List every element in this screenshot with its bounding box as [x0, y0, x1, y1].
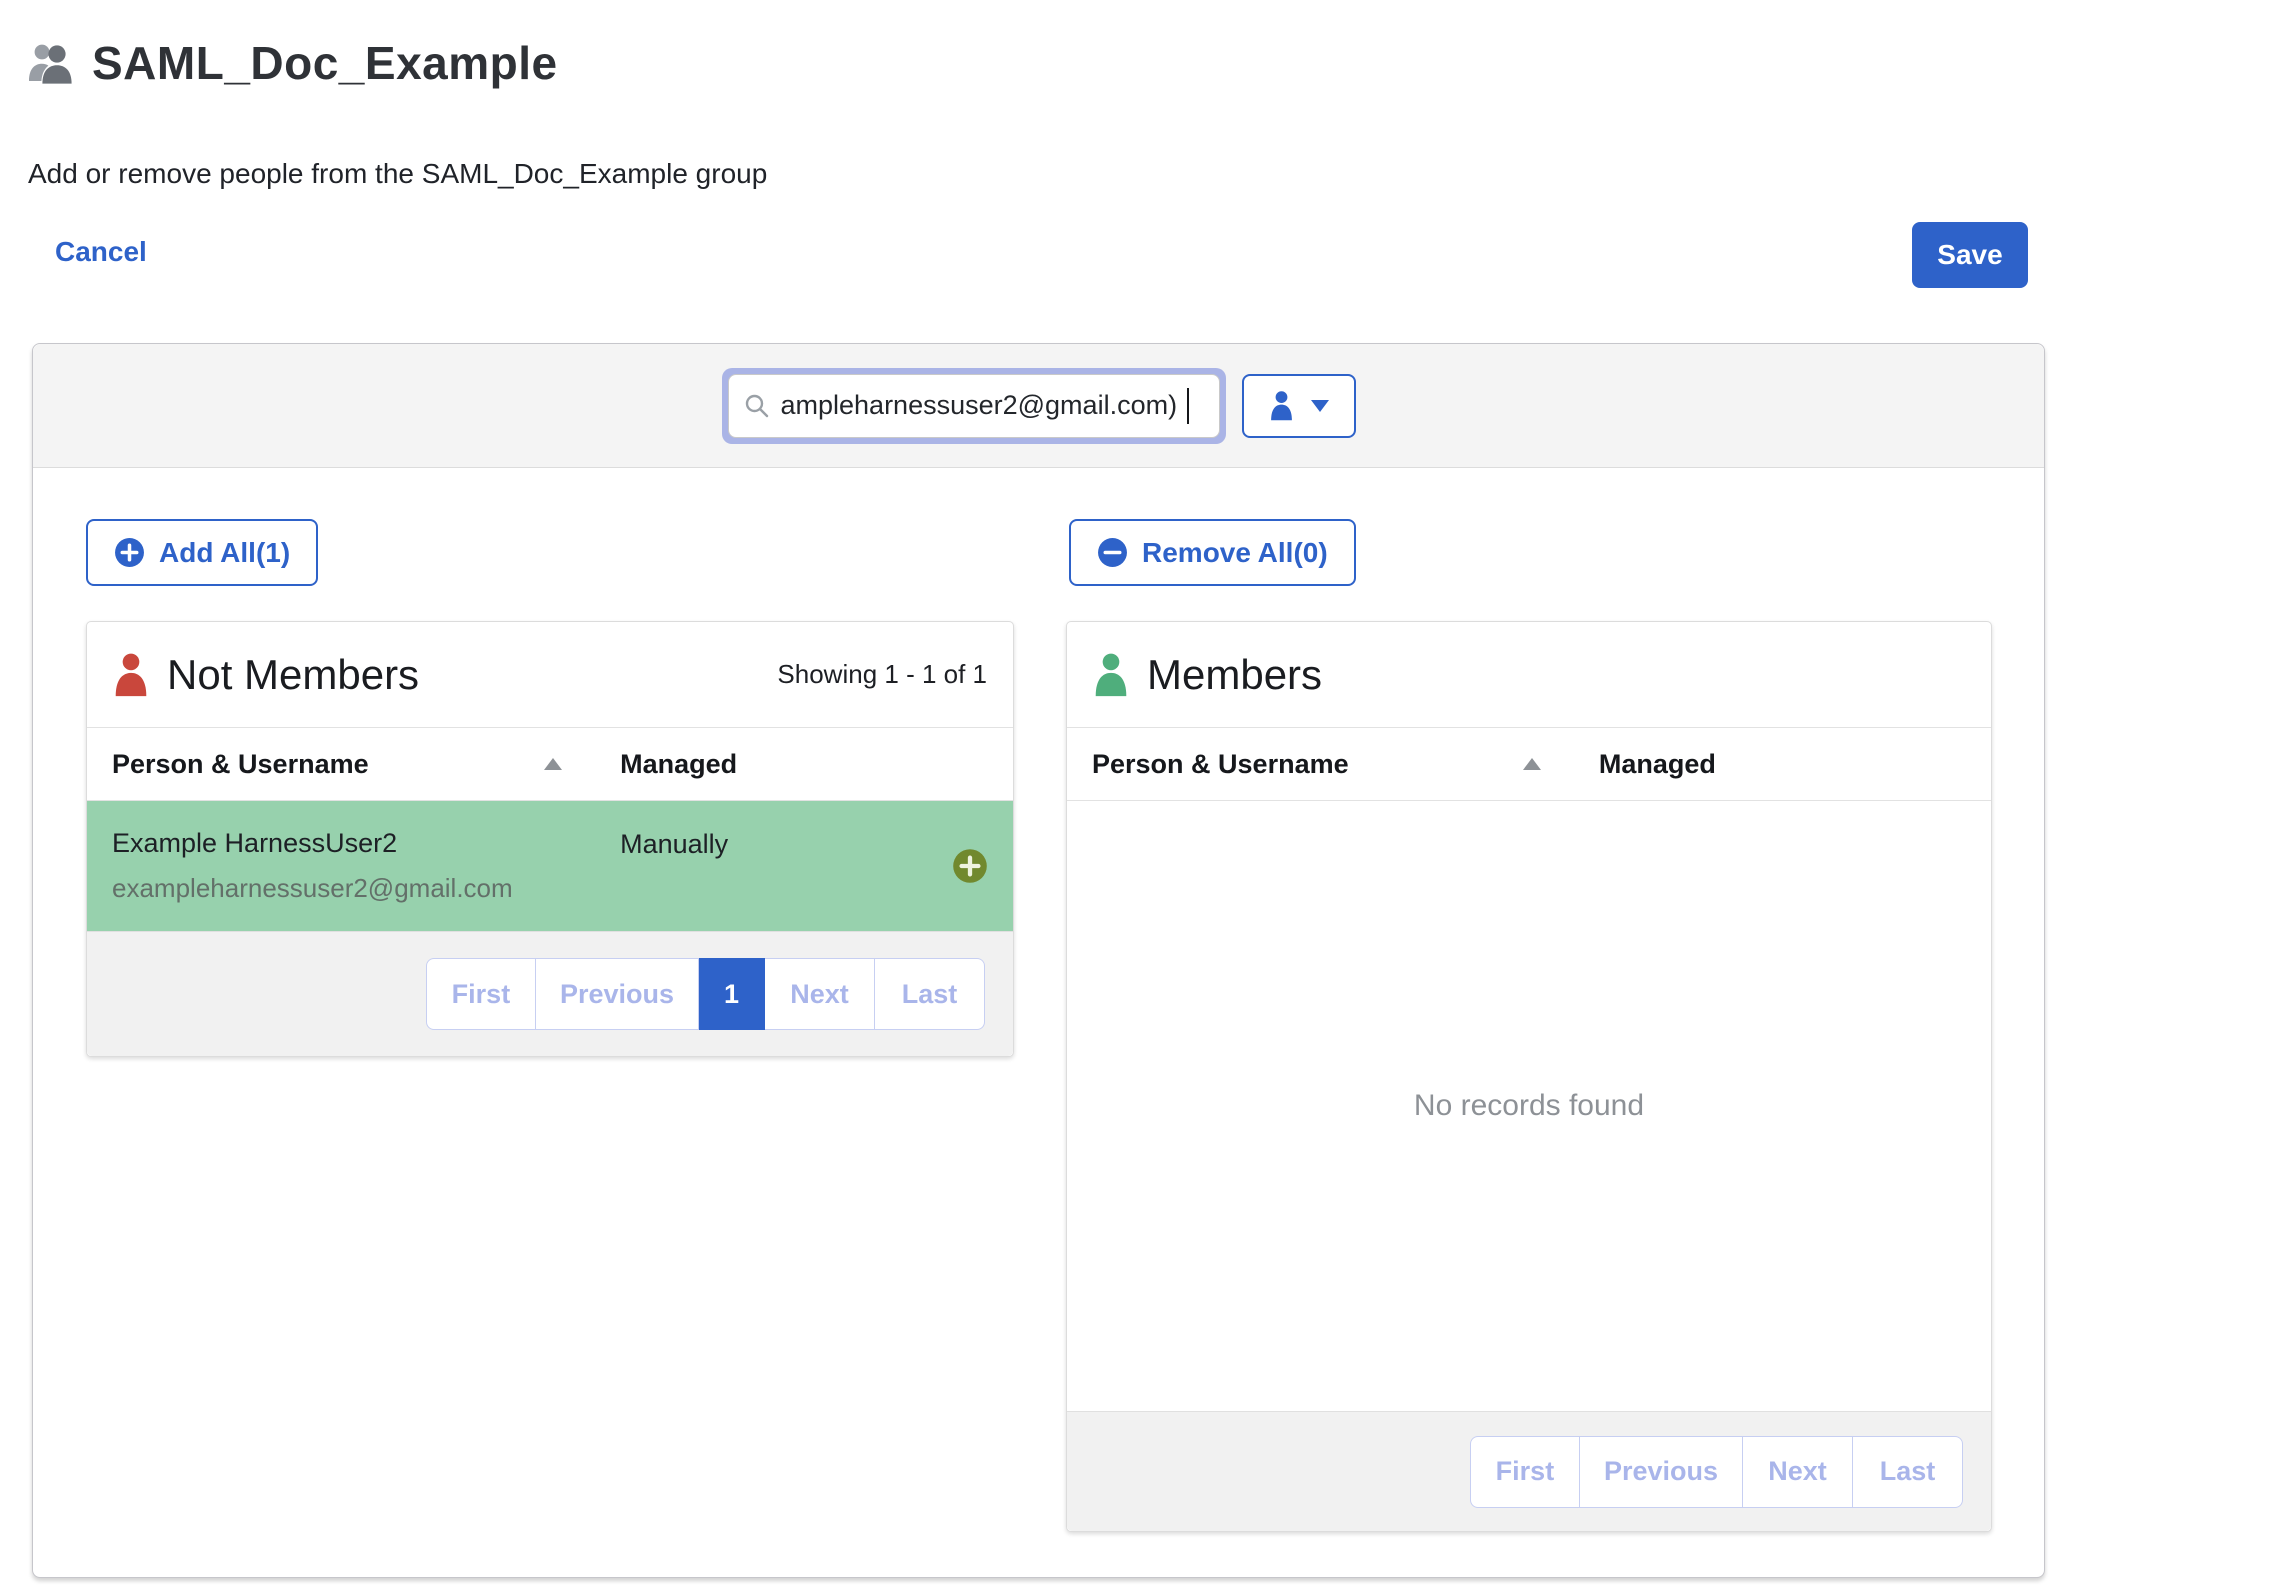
person-green-icon [1093, 652, 1129, 697]
pagination-previous-button[interactable]: Previous [1580, 1436, 1743, 1508]
add-all-button[interactable]: Add All(1) [86, 519, 318, 586]
table-row[interactable]: Example HarnessUser2 exampleharnessuser2… [87, 801, 1013, 931]
row-person-cell: Example HarnessUser2 exampleharnessuser2… [112, 801, 620, 931]
not-members-table-header: Person & Username Managed [87, 728, 1013, 801]
search-input[interactable]: ampleharnessuser2@gmail.com) [728, 374, 1220, 438]
members-empty-state: No records found [1067, 801, 1991, 1411]
page-title: SAML_Doc_Example [92, 36, 558, 90]
pagination-last-button[interactable]: Last [875, 958, 985, 1030]
row-managed-cell: Manually [620, 801, 952, 931]
pagination-first-button[interactable]: First [1470, 1436, 1580, 1508]
search-focus-ring: ampleharnessuser2@gmail.com) [722, 368, 1226, 444]
column-managed: Managed [620, 749, 988, 780]
plus-circle-olive-icon [952, 848, 988, 884]
membership-panel: ampleharnessuser2@gmail.com) Add All(1) [32, 343, 2045, 1578]
save-button[interactable]: Save [1912, 222, 2028, 288]
search-icon [743, 392, 771, 420]
column-person-username[interactable]: Person & Username [1092, 749, 1599, 780]
minus-circle-icon [1097, 537, 1128, 568]
search-input-value: ampleharnessuser2@gmail.com) [781, 390, 1178, 421]
pagination-page-1-button[interactable]: 1 [699, 958, 765, 1030]
pagination-last-button[interactable]: Last [1853, 1436, 1963, 1508]
group-icon [26, 40, 76, 86]
members-table-header: Person & Username Managed [1067, 728, 1991, 801]
person-red-icon [113, 652, 149, 697]
members-title: Members [1147, 651, 1322, 699]
person-username: exampleharnessuser2@gmail.com [112, 873, 620, 904]
plus-circle-icon [114, 537, 145, 568]
members-header: Members [1067, 622, 1991, 728]
column-person-username[interactable]: Person & Username [112, 749, 620, 780]
pagination-next-button[interactable]: Next [1743, 1436, 1853, 1508]
pagination-next-button[interactable]: Next [765, 958, 875, 1030]
pagination-previous-button[interactable]: Previous [536, 958, 699, 1030]
search-toolbar: ampleharnessuser2@gmail.com) [33, 344, 2044, 468]
sort-ascending-icon [1523, 758, 1541, 770]
cancel-link[interactable]: Cancel [55, 236, 147, 268]
column-person-label: Person & Username [1092, 749, 1349, 780]
chevron-down-icon [1311, 400, 1329, 412]
remove-all-button[interactable]: Remove All(0) [1069, 519, 1356, 586]
not-members-title: Not Members [167, 651, 419, 699]
remove-all-label: Remove All(0) [1142, 537, 1328, 569]
column-person-label: Person & Username [112, 749, 369, 780]
person-name: Example HarnessUser2 [112, 828, 620, 859]
members-pagination: First Previous Next Last [1470, 1436, 1963, 1508]
page-subtitle: Add or remove people from the SAML_Doc_E… [28, 158, 767, 190]
members-footer: First Previous Next Last [1067, 1411, 1991, 1531]
add-all-label: Add All(1) [159, 537, 290, 569]
search-type-dropdown[interactable] [1242, 374, 1356, 438]
not-members-pagination: First Previous 1 Next Last [426, 958, 985, 1030]
not-members-card: Not Members Showing 1 - 1 of 1 Person & … [86, 621, 1014, 1057]
members-card: Members Person & Username Managed No rec… [1066, 621, 1992, 1532]
not-members-showing: Showing 1 - 1 of 1 [777, 659, 987, 690]
not-members-header: Not Members Showing 1 - 1 of 1 [87, 622, 1013, 728]
person-icon [1268, 390, 1295, 421]
page-header: SAML_Doc_Example [26, 36, 558, 90]
pagination-first-button[interactable]: First [426, 958, 536, 1030]
column-managed: Managed [1599, 749, 1966, 780]
group-membership-page: SAML_Doc_Example Add or remove people fr… [0, 0, 2289, 1590]
sort-ascending-icon [544, 758, 562, 770]
text-cursor [1187, 388, 1189, 424]
row-add-button[interactable] [952, 848, 988, 884]
not-members-footer: First Previous 1 Next Last [87, 931, 1013, 1056]
